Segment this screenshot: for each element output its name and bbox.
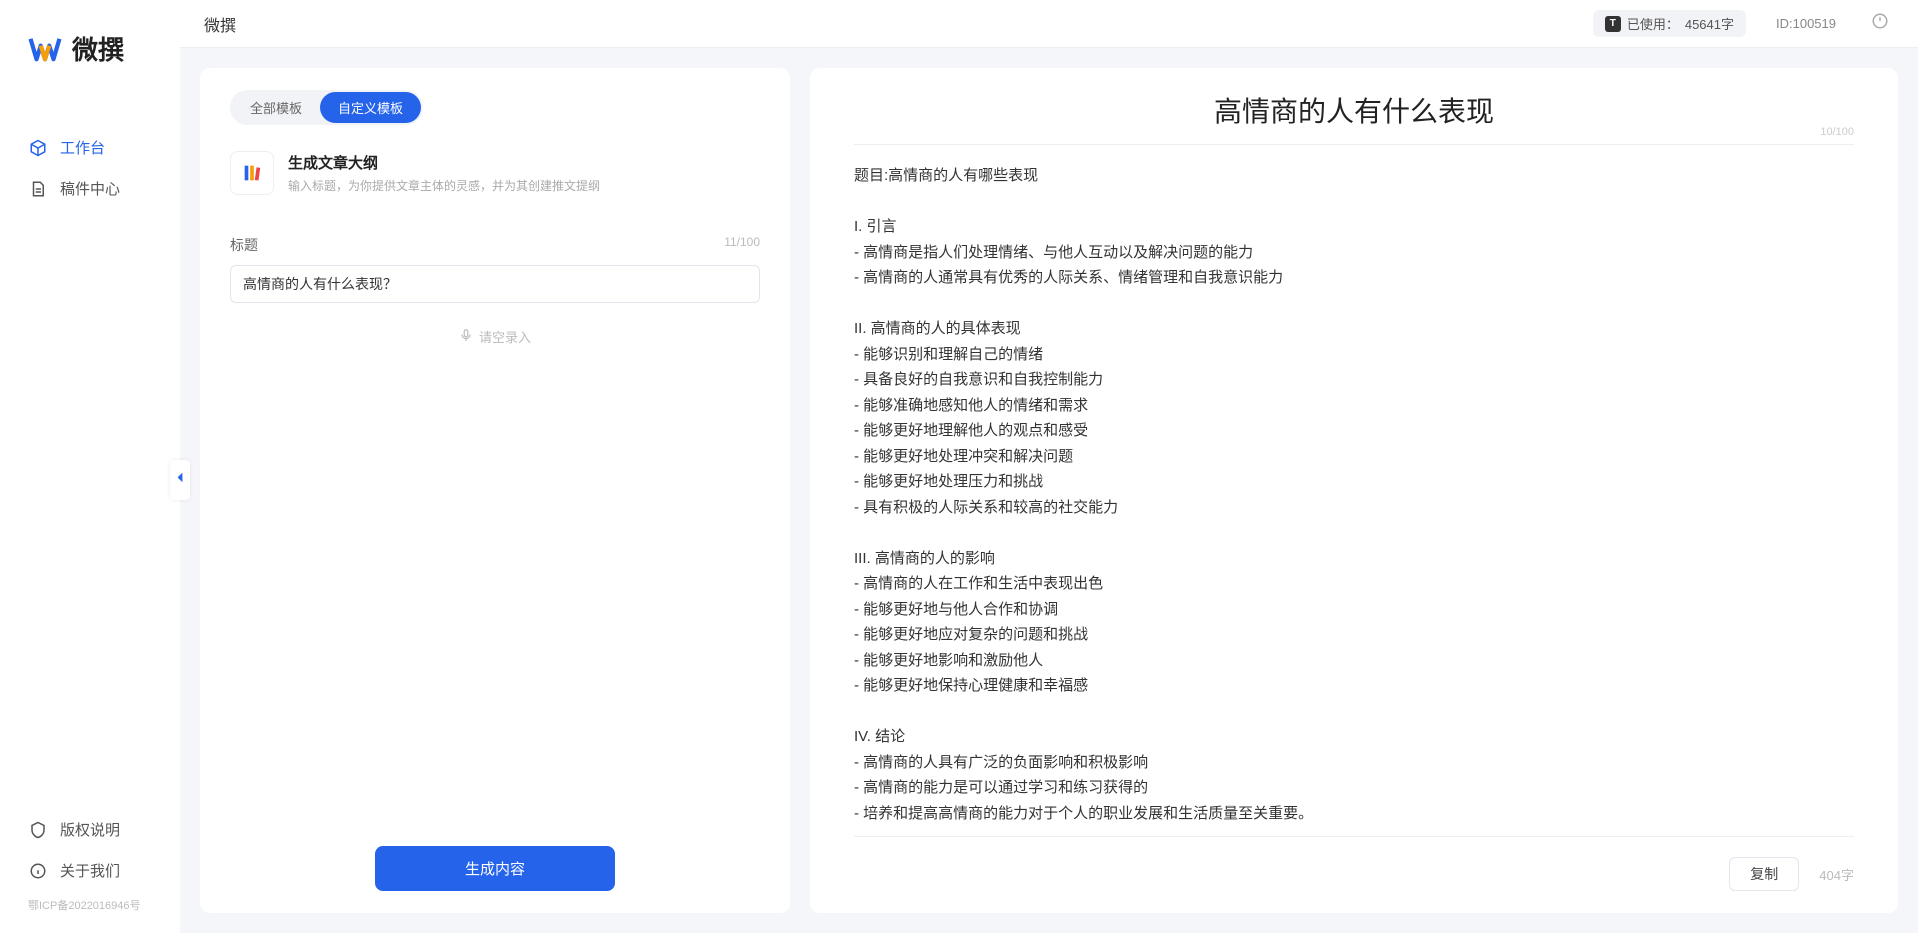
field-label: 标题: [230, 235, 258, 255]
char-count: 404字: [1819, 865, 1854, 884]
nav-item-workspace[interactable]: 工作台: [0, 127, 180, 168]
topbar-right: T 已使用： 45641字 ID:100519: [1593, 10, 1894, 38]
logo: 微撰: [0, 30, 180, 67]
mic-icon: [459, 328, 473, 345]
tab-custom-templates[interactable]: 自定义模板: [320, 92, 421, 123]
output-body[interactable]: 题目:高情商的人有哪些表现 I. 引言 - 高情商是指人们处理情绪、与他人互动以…: [854, 163, 1854, 826]
power-icon: [1871, 12, 1889, 35]
usage-badge[interactable]: T 已使用： 45641字: [1593, 10, 1746, 37]
nav: 工作台 稿件中心: [0, 127, 180, 809]
shield-icon: [28, 820, 48, 840]
app-root: 微撰 工作台 稿件中心 版权说明: [0, 0, 1918, 933]
footer-label: 关于我们: [60, 860, 120, 881]
output-footer: 复制 404字: [854, 836, 1854, 891]
token-icon: T: [1605, 16, 1621, 32]
output-title-counter: 10/100: [1820, 126, 1854, 138]
nav-label: 工作台: [60, 137, 105, 158]
tab-all-templates[interactable]: 全部模板: [232, 92, 320, 123]
cube-icon: [28, 138, 48, 158]
user-id: ID:100519: [1776, 16, 1836, 31]
logo-text: 微撰: [72, 30, 124, 67]
config-panel: 全部模板 自定义模板 生成文章大纲 输入标题，为你提供文章主体的灵感，并为其创建…: [200, 68, 790, 913]
generate-bar: 生成内容: [230, 826, 760, 891]
voice-input-button[interactable]: 请空录入: [230, 327, 760, 346]
usage-prefix: 已使用：: [1627, 14, 1679, 33]
footer-about[interactable]: 关于我们: [28, 850, 152, 891]
title-field-block: 标题 11/100: [230, 235, 760, 303]
usage-value: 45641字: [1685, 14, 1734, 33]
output-title[interactable]: 高情商的人有什么表现: [854, 90, 1854, 130]
copy-button[interactable]: 复制: [1729, 857, 1799, 891]
template-card: 生成文章大纲 输入标题，为你提供文章主体的灵感，并为其创建推文提纲: [230, 151, 760, 195]
books-icon: [230, 151, 274, 195]
sidebar-collapse-button[interactable]: [170, 460, 190, 500]
nav-label: 稿件中心: [60, 178, 120, 199]
power-button[interactable]: [1866, 10, 1894, 38]
topbar-title: 微撰: [204, 12, 236, 36]
nav-item-drafts[interactable]: 稿件中心: [0, 168, 180, 209]
title-input[interactable]: [230, 265, 760, 303]
generate-button[interactable]: 生成内容: [375, 846, 615, 891]
voice-hint-text: 请空录入: [479, 327, 531, 346]
main: 微撰 T 已使用： 45641字 ID:100519: [180, 0, 1918, 933]
info-icon: [28, 861, 48, 881]
content: 全部模板 自定义模板 生成文章大纲 输入标题，为你提供文章主体的灵感，并为其创建…: [180, 48, 1918, 933]
output-title-row: 高情商的人有什么表现 10/100: [854, 90, 1854, 145]
sidebar: 微撰 工作台 稿件中心 版权说明: [0, 0, 180, 933]
document-icon: [28, 179, 48, 199]
chevron-left-icon: [176, 471, 184, 489]
output-panel: 高情商的人有什么表现 10/100 题目:高情商的人有哪些表现 I. 引言 - …: [810, 68, 1898, 913]
logo-icon: [28, 32, 62, 66]
footer-label: 版权说明: [60, 819, 120, 840]
field-counter: 11/100: [724, 235, 760, 255]
template-desc: 输入标题，为你提供文章主体的灵感，并为其创建推文提纲: [288, 177, 600, 194]
footer-copyright[interactable]: 版权说明: [28, 809, 152, 850]
sidebar-footer: 版权说明 关于我们: [0, 809, 180, 891]
template-name: 生成文章大纲: [288, 152, 600, 173]
topbar: 微撰 T 已使用： 45641字 ID:100519: [180, 0, 1918, 48]
icp-text: 鄂ICP备2022016946号: [0, 891, 180, 913]
template-tabs: 全部模板 自定义模板: [230, 90, 423, 125]
